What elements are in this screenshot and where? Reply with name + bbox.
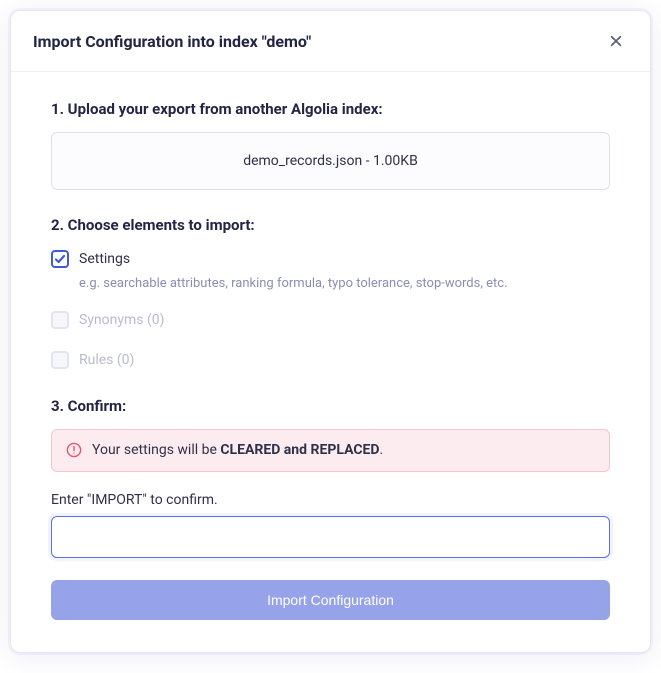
warning-text: Your settings will be CLEARED and REPLAC… — [92, 442, 383, 459]
step-2-heading: 2. Choose elements to import: — [51, 216, 610, 234]
close-button[interactable] — [604, 29, 628, 53]
import-button[interactable]: Import Configuration — [51, 580, 610, 620]
modal-body: 1. Upload your export from another Algol… — [11, 72, 650, 652]
rules-label: Rules (0) — [79, 352, 134, 368]
step-3-heading: 3. Confirm: — [51, 397, 610, 415]
alert-circle-icon — [66, 442, 82, 458]
option-synonyms: Synonyms (0) — [51, 309, 610, 331]
confirm-input[interactable] — [51, 516, 610, 558]
step-1: 1. Upload your export from another Algol… — [51, 100, 610, 190]
warning-suffix: . — [380, 442, 384, 458]
checkmark-icon — [54, 253, 66, 265]
option-settings: Settings e.g. searchable attributes, ran… — [51, 248, 610, 291]
modal-header: Import Configuration into index "demo" — [11, 11, 650, 72]
warning-prefix: Your settings will be — [92, 442, 220, 458]
import-button-label: Import Configuration — [267, 592, 394, 608]
step-1-heading: 1. Upload your export from another Algol… — [51, 100, 610, 118]
rules-checkbox — [51, 351, 69, 369]
uploaded-file-name: demo_records.json - 1.00KB — [243, 153, 418, 169]
synonyms-checkbox — [51, 311, 69, 329]
warning-bold: CLEARED and REPLACED — [220, 442, 379, 458]
modal-title: Import Configuration into index "demo" — [33, 32, 311, 51]
settings-checkbox[interactable] — [51, 250, 69, 268]
import-config-modal: Import Configuration into index "demo" 1… — [10, 10, 651, 653]
step-3: 3. Confirm: Your settings will be CLEARE… — [51, 397, 610, 620]
close-icon — [610, 34, 622, 48]
settings-description: e.g. searchable attributes, ranking form… — [79, 276, 610, 291]
uploaded-file-box[interactable]: demo_records.json - 1.00KB — [51, 132, 610, 190]
settings-label: Settings — [79, 251, 130, 267]
step-2: 2. Choose elements to import: Settings e… — [51, 216, 610, 371]
confirm-instruction: Enter "IMPORT" to confirm. — [51, 492, 610, 508]
synonyms-label: Synonyms (0) — [79, 312, 165, 328]
warning-banner: Your settings will be CLEARED and REPLAC… — [51, 429, 610, 472]
option-rules: Rules (0) — [51, 349, 610, 371]
